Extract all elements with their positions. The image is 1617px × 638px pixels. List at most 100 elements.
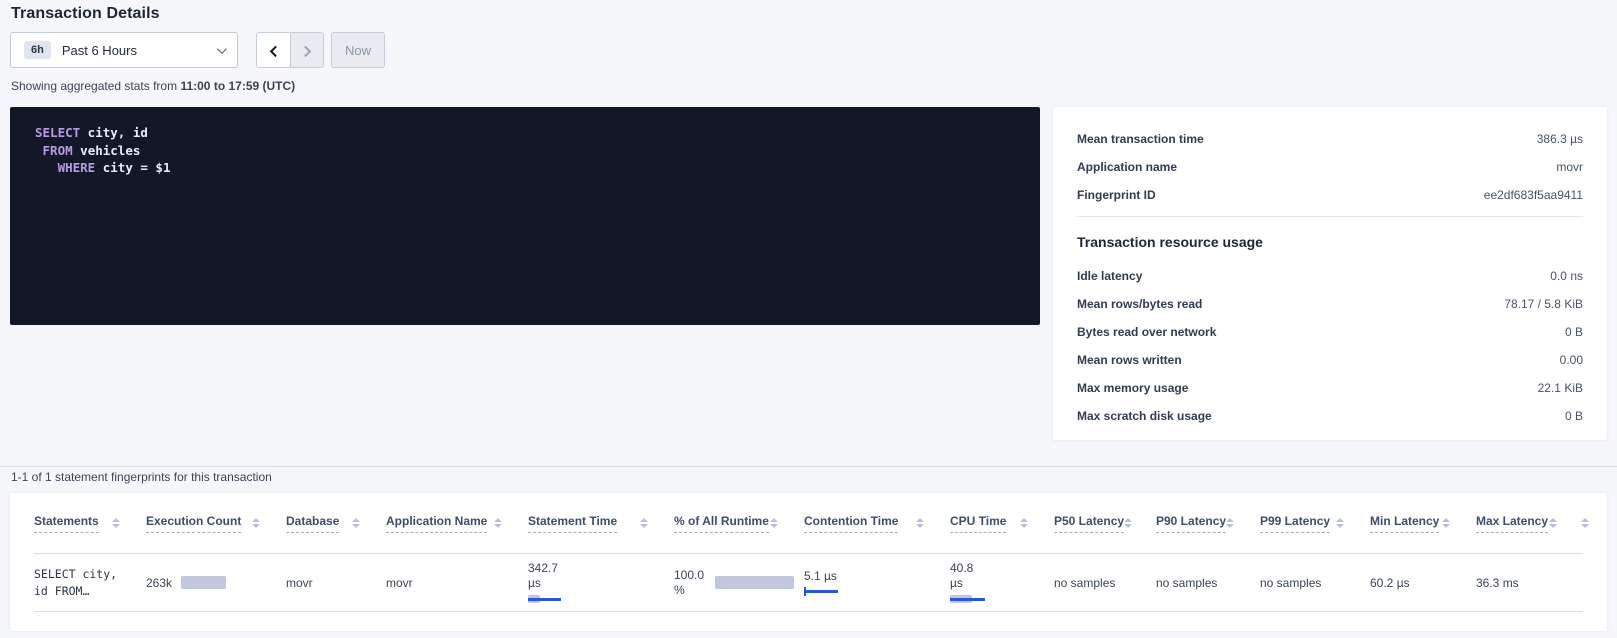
summary-row: Mean rows written 0.00: [1077, 353, 1583, 367]
column-label: P90 Latency: [1156, 514, 1226, 533]
statements-table-caption: 1-1 of 1 statement fingerprints for this…: [11, 470, 272, 484]
sort-icon[interactable]: [252, 518, 260, 528]
contention-time-value: 5.1 µs: [804, 569, 940, 583]
column-header-min-latency[interactable]: Min Latency: [1370, 514, 1476, 533]
runtime-value: 100.0 %: [674, 568, 704, 598]
sql-text: [35, 160, 58, 175]
sql-keyword: WHERE: [58, 160, 96, 175]
summary-panel: Mean transaction time 386.3 µs Applicati…: [1053, 107, 1607, 440]
summary-value: 0 B: [1565, 409, 1583, 423]
time-range-dropdown[interactable]: 6h Past 6 Hours: [10, 32, 238, 68]
stats-range: 11:00 to 17:59 (UTC): [180, 79, 295, 93]
sort-icon[interactable]: [112, 518, 120, 528]
table-header-row: Statements Execution Count Database Applica…: [34, 493, 1583, 554]
time-controls: 6h Past 6 Hours Now: [10, 32, 385, 68]
p99-latency-cell: no samples: [1260, 576, 1370, 590]
sort-icon[interactable]: [916, 518, 924, 528]
sql-text: city = $1: [95, 160, 170, 175]
column-label: Execution Count: [146, 514, 241, 533]
sort-icon[interactable]: [1020, 518, 1028, 528]
execution-count-cell: 263k: [146, 576, 286, 590]
summary-row: Mean rows/bytes read 78.17 / 5.8 KiB: [1077, 297, 1583, 311]
column-label: Max Latency: [1476, 514, 1548, 533]
summary-divider: [1077, 216, 1583, 217]
now-button[interactable]: Now: [331, 32, 385, 68]
sql-statement-box: SELECT city, id FROM vehicles WHERE city…: [10, 107, 1040, 325]
column-header-statements[interactable]: Statements: [34, 514, 146, 533]
column-header-statement-time[interactable]: Statement Time: [528, 514, 674, 533]
summary-label: Mean rows/bytes read: [1077, 297, 1202, 311]
column-header-execution-count[interactable]: Execution Count: [146, 514, 286, 533]
sort-icon[interactable]: [494, 518, 502, 528]
statement-link-line[interactable]: id FROM…: [34, 583, 136, 600]
column-header-max-latency[interactable]: Max Latency: [1476, 514, 1583, 533]
statements-cell[interactable]: SELECT city, id FROM…: [34, 566, 146, 600]
chevron-right-icon: [300, 46, 311, 57]
resource-usage-heading: Transaction resource usage: [1077, 234, 1583, 250]
column-header-p99-latency[interactable]: P99 Latency: [1260, 514, 1370, 533]
statement-time-value: 342.7 µs: [528, 561, 664, 591]
p90-latency-cell: no samples: [1156, 576, 1260, 590]
p50-latency-cell: no samples: [1054, 576, 1156, 590]
column-label: Application Name: [386, 514, 487, 533]
column-header-contention-time[interactable]: Contention Time: [804, 514, 950, 533]
time-preset-label: Past 6 Hours: [62, 43, 137, 58]
sort-icon[interactable]: [1442, 518, 1450, 528]
sql-text: city, id: [80, 125, 148, 140]
sql-keyword: SELECT: [35, 125, 80, 140]
sort-icon[interactable]: [1226, 518, 1234, 528]
summary-label: Bytes read over network: [1077, 325, 1216, 339]
column-label: Statements: [34, 514, 99, 533]
column-label: P99 Latency: [1260, 514, 1330, 533]
next-time-button[interactable]: [290, 33, 323, 67]
summary-value: 78.17 / 5.8 KiB: [1504, 297, 1583, 311]
column-label: Contention Time: [804, 514, 898, 533]
column-label: Database: [286, 514, 339, 533]
summary-value: 0 B: [1565, 325, 1583, 339]
summary-value: 386.3 µs: [1537, 132, 1583, 146]
sort-icon[interactable]: [1549, 518, 1557, 528]
application-name-cell: movr: [386, 576, 528, 590]
summary-row: Max memory usage 22.1 KiB: [1077, 381, 1583, 395]
prev-time-button[interactable]: [257, 33, 290, 67]
summary-row: Max scratch disk usage 0 B: [1077, 409, 1583, 423]
chevron-left-icon: [269, 46, 280, 57]
cpu-time-value: 40.8 µs: [950, 561, 1044, 591]
time-nav-button-group: [256, 32, 324, 68]
sort-icon[interactable]: [1336, 518, 1344, 528]
sort-icon[interactable]: [1581, 518, 1589, 528]
chevron-down-icon: [217, 44, 227, 54]
summary-label: Fingerprint ID: [1077, 188, 1156, 202]
statement-link-line[interactable]: SELECT city,: [34, 566, 136, 583]
statement-time-cell: 342.7 µs: [528, 561, 674, 604]
runtime-bar: [715, 576, 794, 589]
page-title: Transaction Details: [11, 5, 160, 23]
cpu-time-cell: 40.8 µs: [950, 561, 1054, 604]
sql-line: FROM vehicles: [35, 142, 1015, 160]
sort-icon[interactable]: [1124, 518, 1132, 528]
summary-value: 0.0 ns: [1550, 269, 1583, 283]
summary-row: Mean transaction time 386.3 µs: [1077, 132, 1583, 146]
min-latency-cell: 60.2 µs: [1370, 576, 1476, 590]
summary-row: Application name movr: [1077, 160, 1583, 174]
summary-label: Mean transaction time: [1077, 132, 1204, 146]
summary-value: 22.1 KiB: [1538, 381, 1583, 395]
summary-label: Max scratch disk usage: [1077, 409, 1212, 423]
sort-icon[interactable]: [640, 518, 648, 528]
column-header-p90-latency[interactable]: P90 Latency: [1156, 514, 1260, 533]
max-latency-cell: 36.3 ms: [1476, 576, 1583, 590]
sql-text: [35, 143, 43, 158]
column-label: CPU Time: [950, 514, 1006, 533]
column-header-database[interactable]: Database: [286, 514, 386, 533]
column-header-application-name[interactable]: Application Name: [386, 514, 528, 533]
column-header-of-all-runtime[interactable]: % of All Runtime: [674, 514, 804, 533]
summary-label: Application name: [1077, 160, 1177, 174]
column-header-p50-latency[interactable]: P50 Latency: [1054, 514, 1156, 533]
execution-count-bar: [181, 576, 226, 589]
sql-line: SELECT city, id: [35, 124, 1015, 142]
sort-icon[interactable]: [770, 518, 778, 528]
cpu-time-bar: [950, 595, 985, 604]
column-label: % of All Runtime: [674, 514, 769, 533]
sort-icon[interactable]: [352, 518, 360, 528]
column-header-cpu-time[interactable]: CPU Time: [950, 514, 1054, 533]
